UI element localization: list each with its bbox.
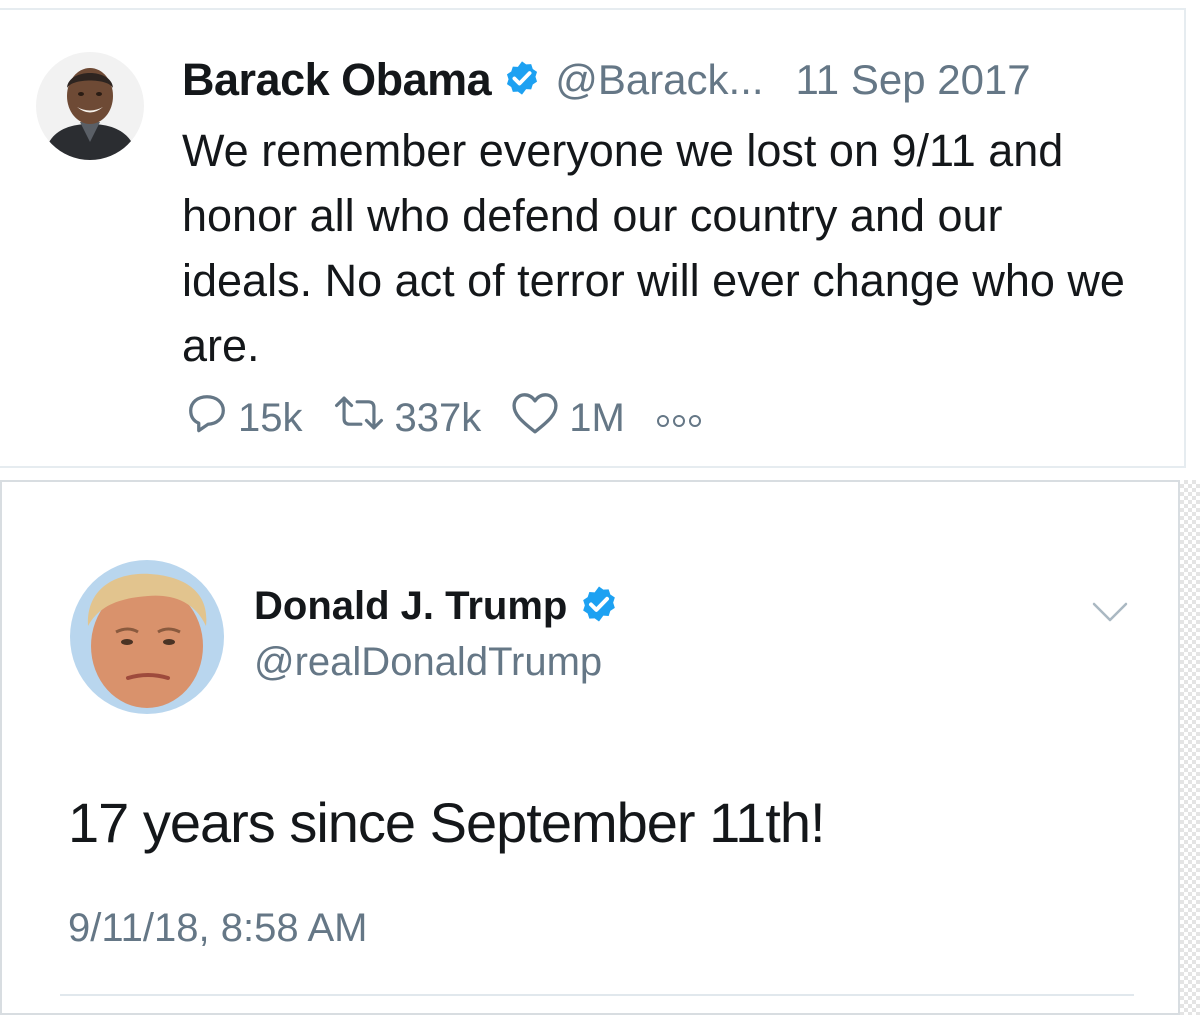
tweet-timestamp[interactable]: 9/11/18, 8:58 AM bbox=[68, 906, 367, 951]
like-button[interactable]: 1M bbox=[509, 390, 625, 446]
verified-badge-icon bbox=[579, 584, 619, 629]
retweet-count: 337k bbox=[394, 395, 482, 440]
avatar[interactable] bbox=[36, 52, 144, 160]
tweet-text: We remember everyone we lost on 9/11 and… bbox=[182, 125, 1125, 371]
author-handle[interactable]: @realDonaldTrump bbox=[254, 640, 602, 685]
retweet-button[interactable]: 337k bbox=[331, 390, 482, 446]
avatar-image bbox=[70, 560, 224, 714]
tweet-text: 17 years since September 11th! bbox=[68, 791, 826, 854]
reply-icon bbox=[184, 390, 238, 446]
author-name[interactable]: Barack Obama bbox=[182, 54, 492, 106]
transparency-background bbox=[1180, 480, 1200, 1015]
more-options-button[interactable] bbox=[653, 396, 713, 441]
retweet-icon bbox=[331, 390, 395, 446]
tweet-trump[interactable]: Donald J. Trump @realDonaldTrump 17 year… bbox=[0, 480, 1180, 1015]
heart-icon bbox=[509, 390, 569, 446]
tweet-obama[interactable]: Barack Obama @Barack... 11 Sep 2017 We r… bbox=[0, 8, 1186, 468]
author-name[interactable]: Donald J. Trump bbox=[254, 584, 567, 629]
tweet-date[interactable]: 11 Sep 2017 bbox=[796, 56, 1031, 104]
chevron-down-icon[interactable] bbox=[1090, 600, 1130, 629]
tweet-header: Barack Obama @Barack... 11 Sep 2017 bbox=[182, 50, 1031, 110]
more-dots-icon bbox=[653, 396, 713, 441]
avatar-image bbox=[36, 52, 144, 160]
verified-badge-icon bbox=[503, 59, 541, 102]
avatar[interactable] bbox=[70, 560, 224, 714]
divider bbox=[60, 994, 1134, 996]
author-handle[interactable]: @Barack... bbox=[555, 56, 763, 104]
like-count: 1M bbox=[569, 395, 625, 440]
author-name-row: Donald J. Trump bbox=[254, 580, 633, 632]
tweet-actions: 15k 337k 1M bbox=[184, 390, 741, 446]
reply-button[interactable]: 15k bbox=[184, 390, 303, 446]
reply-count: 15k bbox=[238, 395, 303, 440]
